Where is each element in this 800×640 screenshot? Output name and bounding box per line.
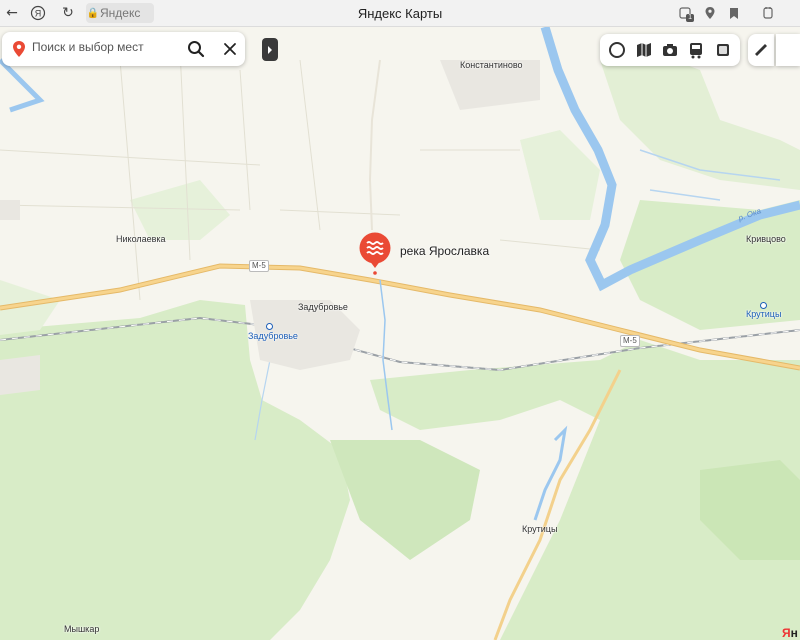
road-shield-m5-east: М-5 bbox=[620, 335, 640, 347]
lock-icon: 🔒 bbox=[86, 7, 100, 19]
poi-label[interactable]: река Ярославка bbox=[400, 244, 489, 258]
reload-icon[interactable]: ↻ bbox=[58, 3, 78, 23]
map-book-icon bbox=[636, 43, 651, 57]
layers-icon bbox=[609, 42, 626, 58]
collapse-panel-button[interactable] bbox=[262, 38, 278, 61]
menu-button[interactable] bbox=[776, 34, 800, 66]
bus-icon bbox=[690, 43, 703, 59]
map-canvas[interactable] bbox=[0, 27, 800, 640]
extension-icon[interactable]: 1 bbox=[676, 3, 696, 23]
station-icon-zadubrovie[interactable] bbox=[266, 323, 273, 330]
bookmark-icon[interactable] bbox=[724, 3, 744, 23]
ruler-icon bbox=[755, 44, 767, 56]
layers-button[interactable] bbox=[606, 39, 628, 61]
yandex-browser-icon[interactable]: Я bbox=[28, 3, 48, 23]
traffic-button[interactable] bbox=[712, 39, 734, 61]
road-shield-m5-west: М-5 bbox=[249, 260, 269, 272]
extension-badge: 1 bbox=[686, 14, 694, 22]
place-label-myshkar[interactable]: Мышкар bbox=[64, 624, 99, 634]
water-poi-marker-icon[interactable] bbox=[358, 232, 392, 276]
back-arrow-icon[interactable]: ← bbox=[2, 3, 22, 23]
place-label-krutitsy[interactable]: Крутицы bbox=[522, 524, 557, 534]
place-label-konstantinovo[interactable]: Константиново bbox=[460, 60, 523, 70]
station-label-krutitsy[interactable]: Крутицы bbox=[746, 309, 781, 319]
ruler-button[interactable] bbox=[748, 34, 774, 66]
panorama-button[interactable] bbox=[659, 39, 681, 61]
map-book-button[interactable] bbox=[633, 39, 655, 61]
place-label-krivtsovo[interactable]: Кривцово bbox=[746, 234, 786, 244]
profile-icon[interactable] bbox=[758, 3, 778, 23]
traffic-icon bbox=[716, 44, 729, 56]
address-host: Яндекс bbox=[100, 6, 141, 20]
browser-toolbar: ← Я ↻ 🔒 Яндекс Яндекс Карты 1 bbox=[0, 0, 800, 27]
map-pin-icon bbox=[13, 41, 25, 57]
place-label-nikolaevka[interactable]: Николаевка bbox=[116, 234, 166, 244]
yandex-logo: Ян bbox=[782, 626, 798, 640]
transport-button[interactable] bbox=[685, 39, 707, 61]
station-icon-krutitsy[interactable] bbox=[760, 302, 767, 309]
svg-text:Я: Я bbox=[35, 9, 42, 19]
address-bar[interactable]: 🔒 Яндекс bbox=[86, 3, 154, 23]
camera-icon bbox=[662, 44, 677, 56]
place-label-zadubrovie[interactable]: Задубровье bbox=[298, 302, 348, 312]
location-pin-icon[interactable] bbox=[700, 3, 720, 23]
chevron-right-icon bbox=[268, 45, 272, 54]
search-input[interactable] bbox=[32, 40, 182, 54]
logo-letter-b: н bbox=[790, 626, 798, 640]
search-icon[interactable] bbox=[186, 39, 206, 59]
station-label-zadubrovie[interactable]: Задубровье bbox=[248, 331, 298, 341]
map-layers-toolbar bbox=[600, 34, 740, 66]
close-icon[interactable] bbox=[221, 40, 239, 58]
search-panel bbox=[2, 32, 245, 66]
logo-letter-a: Я bbox=[782, 626, 791, 640]
